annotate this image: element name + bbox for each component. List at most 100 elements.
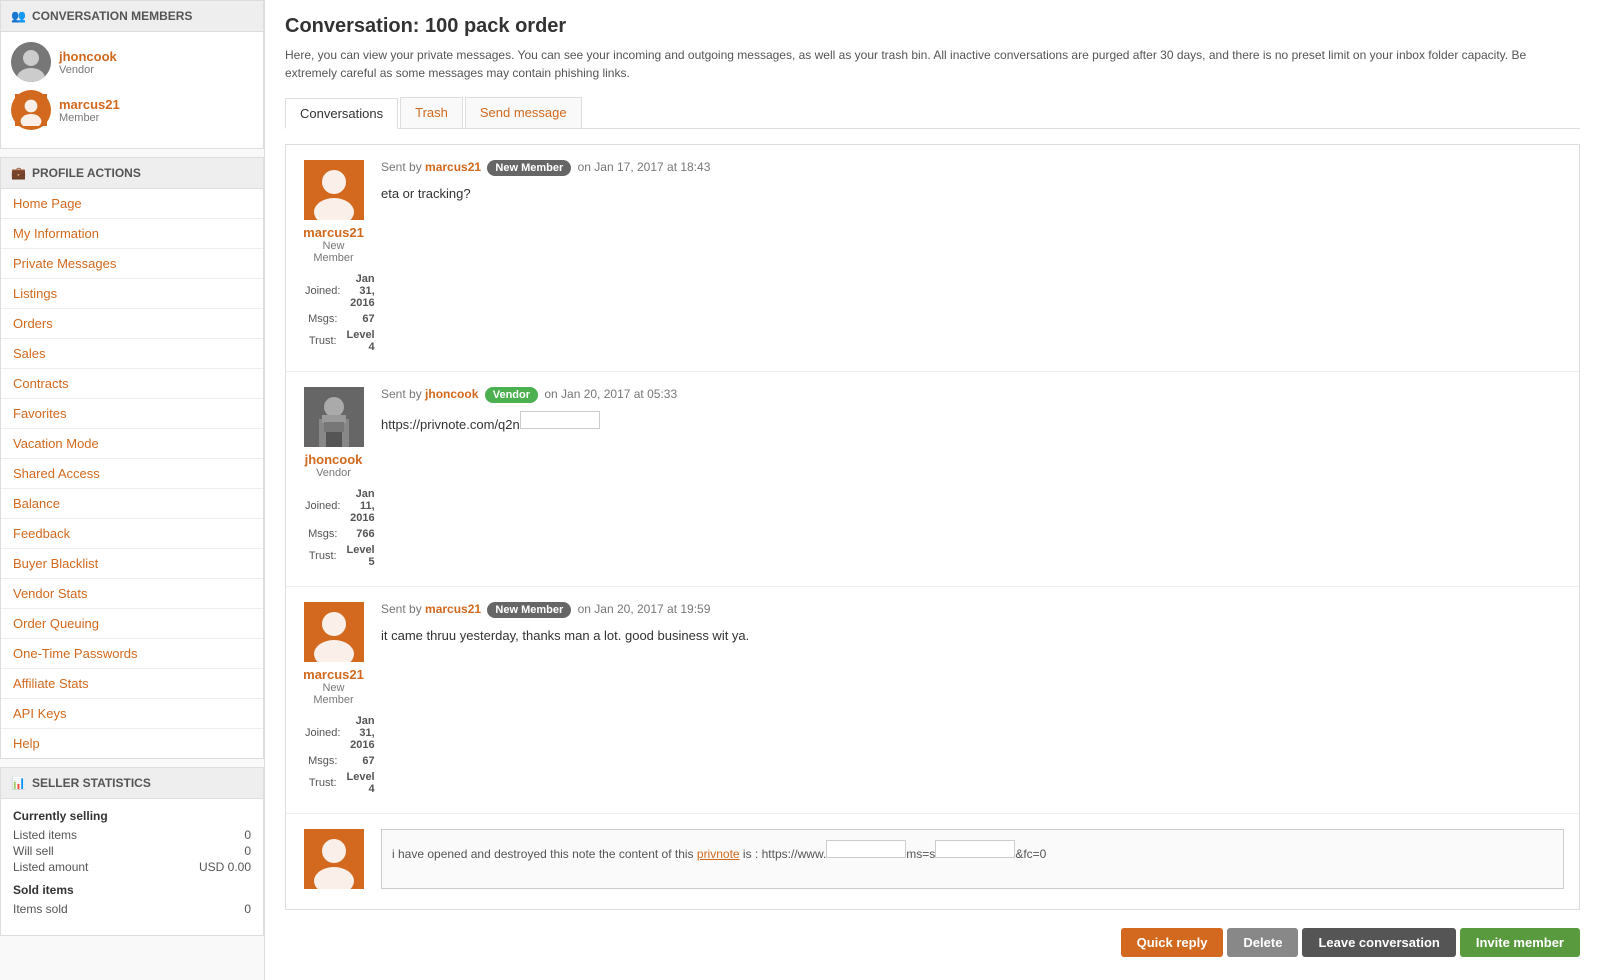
sales-link[interactable]: Sales (1, 339, 263, 368)
listings-link[interactable]: Listings (1, 279, 263, 308)
avatar (11, 42, 51, 82)
sender-link[interactable]: marcus21 (425, 160, 481, 174)
status-badge: New Member (487, 160, 571, 176)
member-role: Member (59, 112, 120, 124)
page-description: Here, you can view your private messages… (285, 46, 1580, 82)
list-item[interactable]: Buyer Blacklist (1, 549, 263, 579)
seller-stats-section: 📊 SELLER STATISTICS Currently selling Li… (0, 767, 264, 936)
list-item[interactable]: My Information (1, 219, 263, 249)
conversation-members-header: 👥 CONVERSATION MEMBERS (1, 1, 263, 32)
member-info: marcus21 Member (59, 97, 120, 124)
msg-avatar: marcus21 New Member Joined:Jan 31, 2016 … (301, 602, 366, 798)
profile-actions-list: Home Page My Information Private Message… (1, 189, 263, 758)
list-item[interactable]: API Keys (1, 699, 263, 729)
status-badge: Vendor (485, 387, 538, 403)
conversation-members-section: 👥 CONVERSATION MEMBERS jhoncook (0, 0, 264, 149)
members-icon: 👥 (11, 9, 26, 23)
seller-stats-content: Currently selling Listed items 0 Will se… (1, 799, 263, 935)
tab-bar: Conversations Trash Send message (285, 97, 1580, 129)
order-queuing-link[interactable]: Order Queuing (1, 609, 263, 638)
one-time-passwords-link[interactable]: One-Time Passwords (1, 639, 263, 668)
message-item: marcus21 New Member Joined:Jan 31, 2016 … (286, 145, 1579, 372)
message-list: marcus21 New Member Joined:Jan 31, 2016 … (285, 144, 1580, 910)
masked-link (520, 411, 600, 429)
leave-conversation-button[interactable]: Leave conversation (1302, 928, 1455, 957)
api-keys-link[interactable]: API Keys (1, 699, 263, 728)
msg-username[interactable]: jhoncook (301, 452, 366, 467)
list-item[interactable]: Listings (1, 279, 263, 309)
list-item[interactable]: Favorites (1, 399, 263, 429)
sender-link[interactable]: jhoncook (425, 387, 478, 401)
member-username[interactable]: jhoncook (59, 49, 117, 64)
list-item[interactable]: Help (1, 729, 263, 758)
list-item[interactable]: Vendor Stats (1, 579, 263, 609)
msg-stats: Joined:Jan 11, 2016 Msgs:766 Trust:Level… (301, 485, 366, 571)
currently-selling-title: Currently selling (13, 809, 251, 823)
help-link[interactable]: Help (1, 729, 263, 758)
items-sold-row: Items sold 0 (13, 901, 251, 917)
member-item: marcus21 Member (11, 90, 253, 130)
list-item[interactable]: Feedback (1, 519, 263, 549)
items-sold-label: Items sold (13, 902, 68, 916)
sold-items-group: Sold items Items sold 0 (13, 883, 251, 917)
msg-text: https://privnote.com/q2n (381, 411, 1564, 435)
list-item[interactable]: Balance (1, 489, 263, 519)
vendor-stats-link[interactable]: Vendor Stats (1, 579, 263, 608)
currently-selling-group: Currently selling Listed items 0 Will se… (13, 809, 251, 875)
msg-username[interactable]: marcus21 (301, 225, 366, 240)
msg-stats: Joined:Jan 31, 2016 Msgs:67 Trust:Level … (301, 712, 366, 798)
vacation-mode-link[interactable]: Vacation Mode (1, 429, 263, 458)
msg-avatar: marcus21 New Member Joined:Jan 31, 2016 … (301, 160, 366, 356)
delete-button[interactable]: Delete (1227, 928, 1298, 957)
will-sell-value: 0 (244, 844, 251, 858)
list-item[interactable]: Affiliate Stats (1, 669, 263, 699)
list-item[interactable]: Vacation Mode (1, 429, 263, 459)
tab-trash[interactable]: Trash (400, 97, 463, 128)
shared-access-link[interactable]: Shared Access (1, 459, 263, 488)
buyer-blacklist-link[interactable]: Buyer Blacklist (1, 549, 263, 578)
home-page-link[interactable]: Home Page (1, 189, 263, 218)
items-sold-value: 0 (244, 902, 251, 916)
msg-username[interactable]: marcus21 (301, 667, 366, 682)
private-messages-link[interactable]: Private Messages (1, 249, 263, 278)
list-item[interactable]: Private Messages (1, 249, 263, 279)
list-item[interactable]: Home Page (1, 189, 263, 219)
list-item[interactable]: Shared Access (1, 459, 263, 489)
list-item[interactable]: Sales (1, 339, 263, 369)
last-message-text: i have opened and destroyed this note th… (381, 829, 1564, 889)
msg-text: eta or tracking? (381, 184, 1564, 204)
listed-items-value: 0 (244, 828, 251, 842)
tab-send-message[interactable]: Send message (465, 97, 582, 128)
msg-body: i have opened and destroyed this note th… (381, 829, 1564, 894)
sender-link[interactable]: marcus21 (425, 602, 481, 616)
balance-link[interactable]: Balance (1, 489, 263, 518)
message-item: jhoncook Vendor Joined:Jan 11, 2016 Msgs… (286, 372, 1579, 587)
invite-member-button[interactable]: Invite member (1460, 928, 1580, 957)
msg-role: Vendor (301, 467, 366, 479)
list-item[interactable]: Order Queuing (1, 609, 263, 639)
contracts-link[interactable]: Contracts (1, 369, 263, 398)
quick-reply-button[interactable]: Quick reply (1121, 928, 1224, 957)
msg-body: Sent by marcus21 New Member on Jan 17, 2… (381, 160, 1564, 356)
orders-link[interactable]: Orders (1, 309, 263, 338)
listed-amount-row: Listed amount USD 0.00 (13, 859, 251, 875)
seller-stats-header: 📊 SELLER STATISTICS (1, 768, 263, 799)
message-item: marcus21 New Member Joined:Jan 31, 2016 … (286, 587, 1579, 814)
favorites-link[interactable]: Favorites (1, 399, 263, 428)
feedback-link[interactable]: Feedback (1, 519, 263, 548)
member-username[interactable]: marcus21 (59, 97, 120, 112)
list-item[interactable]: Orders (1, 309, 263, 339)
avatar-image (304, 829, 364, 889)
affiliate-stats-link[interactable]: Affiliate Stats (1, 669, 263, 698)
msg-header: Sent by jhoncook Vendor on Jan 20, 2017 … (381, 387, 1564, 403)
msg-text: it came thruu yesterday, thanks man a lo… (381, 626, 1564, 646)
privnote-link[interactable]: privnote (697, 847, 740, 861)
tab-conversations[interactable]: Conversations (285, 98, 398, 129)
status-badge: New Member (487, 602, 571, 618)
member-role: Vendor (59, 64, 117, 76)
list-item[interactable]: One-Time Passwords (1, 639, 263, 669)
my-information-link[interactable]: My Information (1, 219, 263, 248)
list-item[interactable]: Contracts (1, 369, 263, 399)
profile-actions-header: 💼 PROFILE ACTIONS (1, 158, 263, 189)
briefcase-icon: 💼 (11, 166, 26, 180)
